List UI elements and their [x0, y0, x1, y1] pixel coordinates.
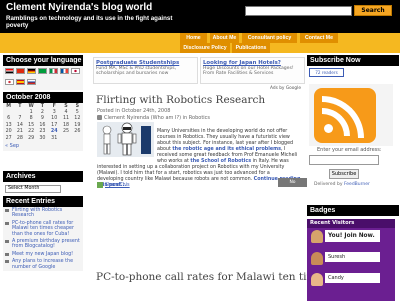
nav-bar: Home About Me Consultant policy Contact … [0, 33, 400, 53]
visitor-name[interactable]: Suresh [325, 252, 380, 262]
ad-text: Huge Discounts on our Hotel Packages! Fr… [203, 66, 294, 76]
tab-contact-me[interactable]: Contact Me [300, 33, 338, 43]
sharethis-icon[interactable] [97, 182, 103, 188]
flag-russian-icon[interactable] [27, 78, 36, 85]
flag-italian-icon[interactable] [49, 68, 58, 74]
recent-entry-link[interactable]: A premium birthday present from Blogcata… [3, 238, 83, 251]
language-flags [3, 66, 83, 90]
flag-korean-icon[interactable] [5, 78, 14, 85]
archives-widget: Archives Select Month [3, 171, 83, 196]
flag-japanese-icon[interactable] [71, 68, 80, 74]
post-date: Posted in October 24th, 2008 [97, 108, 171, 114]
comments-badge[interactable]: No Comments [278, 178, 307, 194]
blog-tagline: Ramblings on technology and its use in t… [6, 15, 173, 29]
archive-select[interactable]: Select Month [5, 185, 61, 193]
visitor-avatar[interactable] [311, 252, 323, 265]
tab-disclosure-policy[interactable]: Disclosure Policy [180, 43, 230, 53]
calendar-prev-link[interactable]: « Sep [3, 141, 83, 152]
recent-visitors-heading: Recent Visitors [307, 219, 395, 228]
feedburner-link[interactable]: FeedBurner [344, 182, 370, 187]
robotic-age-link[interactable]: the robotic age and its ethical problems [172, 147, 281, 152]
tab-publications[interactable]: Publications [232, 43, 270, 53]
calendar-heading: October 2008 [3, 92, 83, 103]
recent-entry-link[interactable]: Flirting with Robotics Research [3, 207, 83, 220]
flag-german-icon[interactable] [27, 68, 36, 74]
ad-block[interactable]: Postgraduate Studentships Fund MA, MSc &… [93, 57, 198, 84]
ad-text: Fund MA, MSc & PhD studentships, scholar… [96, 66, 177, 76]
calendar-table: M T W T F S S 1 2 3 4 5 6 7 8 9 10 11 12… [3, 103, 83, 142]
blog-title[interactable]: Clement Nyirenda's blog world [6, 2, 152, 13]
subscribe-heading: Subscribe Now [307, 55, 399, 66]
post-body: Many Universities in the developing worl… [97, 129, 309, 188]
header: Clement Nyirenda's blog world Ramblings … [0, 0, 400, 33]
delivered-by: Delivered by FeedBurner [314, 182, 370, 187]
recent-entry-link[interactable]: Any plans to increase the number of Goog… [3, 258, 83, 272]
join-now-link[interactable]: You! Join Now. [325, 230, 380, 242]
subscribe-button[interactable]: Subscribe [329, 169, 359, 179]
rss-icon[interactable] [314, 88, 376, 143]
email-input[interactable] [309, 155, 379, 165]
rss-dot [324, 124, 333, 133]
delivered-by-text: Delivered by [314, 182, 344, 187]
visitor-name[interactable]: Candy [325, 273, 380, 283]
post-title[interactable]: PC-to-phone call rates for Malawi ten ti… [96, 270, 310, 284]
tab-consultant-policy[interactable]: Consultant policy [242, 33, 297, 43]
flag-french-icon[interactable] [60, 68, 69, 74]
feed-count-badge[interactable]: 72 readers [309, 68, 344, 77]
flag-portuguese-icon[interactable] [38, 68, 47, 74]
post-text: who works at [157, 159, 191, 164]
sharethis-link[interactable]: ShareThis [105, 182, 130, 188]
post-text: , I [280, 147, 286, 152]
recent-entries-heading: Recent Entries [3, 196, 83, 207]
archives-heading: Archives [3, 171, 83, 182]
language-heading: Choose your language [3, 55, 83, 66]
school-of-robotics-link[interactable]: the School of Robotics [190, 159, 251, 164]
flag-spanish-icon[interactable] [16, 78, 25, 85]
post-text: in Italy. He was [251, 159, 289, 164]
ad-block[interactable]: Looking for Japan Hotels? Huge Discounts… [200, 57, 305, 84]
tab-home[interactable]: Home [180, 33, 207, 43]
flag-chinese-icon[interactable] [16, 68, 25, 74]
recent-entry-link[interactable]: Meet my new Japan blog! [3, 250, 83, 259]
ads-by-google-label[interactable]: Ads by Google [270, 86, 301, 91]
search-button[interactable]: Search [354, 5, 392, 16]
post-title[interactable]: Flirting with Robotics Research [96, 94, 265, 106]
visitor-avatar[interactable] [311, 230, 323, 243]
visitor-avatar[interactable] [311, 273, 323, 286]
recent-entries-widget: Recent Entries Flirting with Robotics Re… [3, 196, 83, 272]
post-text: about [157, 147, 173, 152]
recent-entry-link[interactable]: PC-to-phone call rates for Malawi ten ti… [3, 219, 83, 239]
tab-about-me[interactable]: About Me [210, 33, 239, 43]
badges-heading: Badges [307, 205, 399, 216]
recent-visitors-widget: Recent Visitors You! Join Now. Suresh Ca… [307, 219, 395, 301]
email-label: Enter your email address: [317, 147, 382, 153]
search-input[interactable] [245, 6, 352, 16]
post-author: Clement Nyirenda (Who am I?) in Robotics [104, 115, 211, 121]
flag-arabic-icon[interactable] [5, 68, 14, 74]
author-icon [97, 115, 102, 120]
calendar-widget: October 2008 M T W T F S S 1 2 3 4 5 6 7… [3, 92, 83, 152]
language-widget: Choose your language [3, 55, 83, 90]
